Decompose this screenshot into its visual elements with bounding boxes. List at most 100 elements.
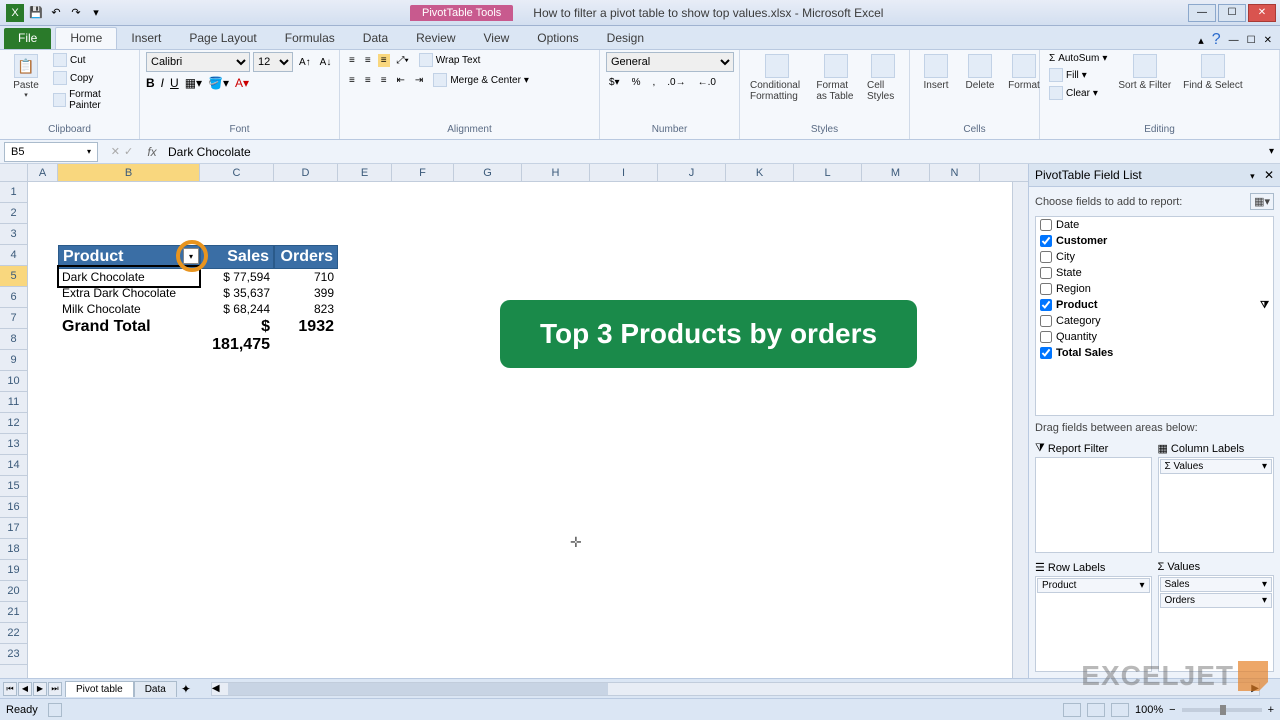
tab-home[interactable]: Home <box>55 27 117 49</box>
field-checkbox[interactable] <box>1040 283 1052 295</box>
area-item-sales[interactable]: Sales▾ <box>1160 577 1273 592</box>
row-header-14[interactable]: 14 <box>0 455 27 476</box>
increase-decimal-button[interactable]: .0→ <box>664 76 688 89</box>
align-right-button[interactable]: ≡ <box>378 74 390 87</box>
field-item-product[interactable]: Product⧩ <box>1036 297 1273 313</box>
col-header-d[interactable]: D <box>274 164 338 181</box>
find-select-button[interactable]: Find & Select <box>1179 52 1246 93</box>
align-middle-button[interactable]: ≡ <box>362 54 374 67</box>
field-item-customer[interactable]: Customer <box>1036 233 1273 249</box>
chevron-down-icon[interactable]: ▾ <box>87 147 91 156</box>
zoom-out-button[interactable]: − <box>1169 704 1175 716</box>
expand-formula-bar-icon[interactable]: ▾ <box>1263 146 1280 157</box>
font-name-select[interactable]: Calibri <box>146 52 250 72</box>
minimize-button[interactable]: — <box>1188 4 1216 22</box>
clear-button[interactable]: Clear ▾ <box>1046 85 1110 101</box>
maximize-button[interactable]: ☐ <box>1218 4 1246 22</box>
macro-record-icon[interactable] <box>48 703 62 717</box>
font-color-button[interactable]: A▾ <box>235 76 249 90</box>
font-size-select[interactable]: 12 <box>253 52 293 72</box>
area-values-box[interactable]: Sales▾ Orders▾ <box>1158 575 1275 672</box>
row-header-4[interactable]: 4 <box>0 245 27 266</box>
tab-insert[interactable]: Insert <box>117 28 175 49</box>
row-header-1[interactable]: 1 <box>0 182 27 203</box>
field-item-total-sales[interactable]: Total Sales <box>1036 345 1273 361</box>
autosum-button[interactable]: Σ AutoSum ▾ <box>1046 52 1110 65</box>
col-header-n[interactable]: N <box>930 164 980 181</box>
format-as-table-button[interactable]: Format as Table <box>812 52 859 104</box>
row-header-18[interactable]: 18 <box>0 539 27 560</box>
decrease-indent-button[interactable]: ⇤ <box>394 74 408 87</box>
italic-button[interactable]: I <box>161 76 164 90</box>
view-page-layout-icon[interactable] <box>1087 703 1105 717</box>
orientation-button[interactable]: ⤢▾ <box>394 54 412 67</box>
pivot-grand-total-sales[interactable]: $ 181,475 <box>200 317 274 355</box>
name-box[interactable]: B5▾ <box>4 142 98 162</box>
field-checkbox[interactable] <box>1040 251 1052 263</box>
field-checkbox[interactable] <box>1040 267 1052 279</box>
minimize-ribbon-icon[interactable]: ▴ <box>1198 34 1204 47</box>
sheet-tab-pivot[interactable]: Pivot table <box>65 681 134 697</box>
tab-file[interactable]: File <box>4 28 51 49</box>
row-header-11[interactable]: 11 <box>0 392 27 413</box>
pivot-cell-product[interactable]: Extra Dark Chocolate <box>58 285 200 301</box>
col-header-m[interactable]: M <box>862 164 930 181</box>
field-list-layout-icon[interactable]: ▦▾ <box>1250 193 1274 210</box>
row-header-9[interactable]: 9 <box>0 350 27 371</box>
field-item-city[interactable]: City <box>1036 249 1273 265</box>
col-header-c[interactable]: C <box>200 164 274 181</box>
col-header-i[interactable]: I <box>590 164 658 181</box>
row-header-6[interactable]: 6 <box>0 287 27 308</box>
align-center-button[interactable]: ≡ <box>362 74 374 87</box>
align-top-button[interactable]: ≡ <box>346 54 358 67</box>
field-checkbox[interactable] <box>1040 219 1052 231</box>
increase-font-button[interactable]: A↑ <box>296 52 314 72</box>
tab-options[interactable]: Options <box>523 28 592 49</box>
vertical-scrollbar[interactable] <box>1012 182 1028 678</box>
pivot-header-sales[interactable]: Sales <box>200 245 274 269</box>
col-header-f[interactable]: F <box>392 164 454 181</box>
field-checkbox[interactable] <box>1040 299 1052 311</box>
pivot-grand-total-orders[interactable]: 1932 <box>274 317 338 355</box>
percent-button[interactable]: % <box>629 76 644 89</box>
currency-button[interactable]: $▾ <box>606 76 623 89</box>
format-cells-button[interactable]: Format <box>1004 52 1044 93</box>
field-list-close-icon[interactable]: ✕ <box>1264 168 1274 182</box>
zoom-slider[interactable] <box>1182 708 1262 712</box>
field-checkbox[interactable] <box>1040 235 1052 247</box>
area-filter-box[interactable] <box>1035 457 1152 553</box>
area-columns-box[interactable]: Σ Values▾ <box>1158 457 1275 553</box>
decrease-decimal-button[interactable]: ←.0 <box>695 76 719 89</box>
insert-cells-button[interactable]: Insert <box>916 52 956 93</box>
copy-button[interactable]: Copy <box>50 70 133 86</box>
tab-formulas[interactable]: Formulas <box>271 28 349 49</box>
field-checkbox[interactable] <box>1040 331 1052 343</box>
pivot-filter-dropdown[interactable]: ▾ <box>183 248 199 264</box>
select-all-corner[interactable] <box>0 164 28 181</box>
zoom-level[interactable]: 100% <box>1135 704 1163 716</box>
number-format-select[interactable]: General <box>606 52 734 72</box>
view-page-break-icon[interactable] <box>1111 703 1129 717</box>
field-item-region[interactable]: Region <box>1036 281 1273 297</box>
underline-button[interactable]: U <box>170 76 179 90</box>
col-header-b[interactable]: B <box>58 164 200 181</box>
field-item-state[interactable]: State <box>1036 265 1273 281</box>
row-header-15[interactable]: 15 <box>0 476 27 497</box>
row-header-23[interactable]: 23 <box>0 644 27 665</box>
enter-formula-icon[interactable]: ✓ <box>124 145 133 158</box>
cell-styles-button[interactable]: Cell Styles <box>863 52 903 104</box>
tab-review[interactable]: Review <box>402 28 469 49</box>
area-rows-box[interactable]: Product▾ <box>1035 576 1152 672</box>
conditional-formatting-button[interactable]: Conditional Formatting <box>746 52 808 104</box>
col-header-k[interactable]: K <box>726 164 794 181</box>
row-header-5[interactable]: 5 <box>0 266 27 287</box>
tab-view[interactable]: View <box>470 28 524 49</box>
field-item-quantity[interactable]: Quantity <box>1036 329 1273 345</box>
help-icon[interactable]: ? <box>1212 31 1221 49</box>
align-bottom-button[interactable]: ≡ <box>378 54 390 67</box>
pivot-cell-orders[interactable]: 710 <box>274 269 338 285</box>
redo-icon[interactable]: ↷ <box>68 5 84 21</box>
col-header-l[interactable]: L <box>794 164 862 181</box>
wrap-text-button[interactable]: Wrap Text <box>416 52 484 68</box>
sheet-tab-data[interactable]: Data <box>134 681 177 697</box>
